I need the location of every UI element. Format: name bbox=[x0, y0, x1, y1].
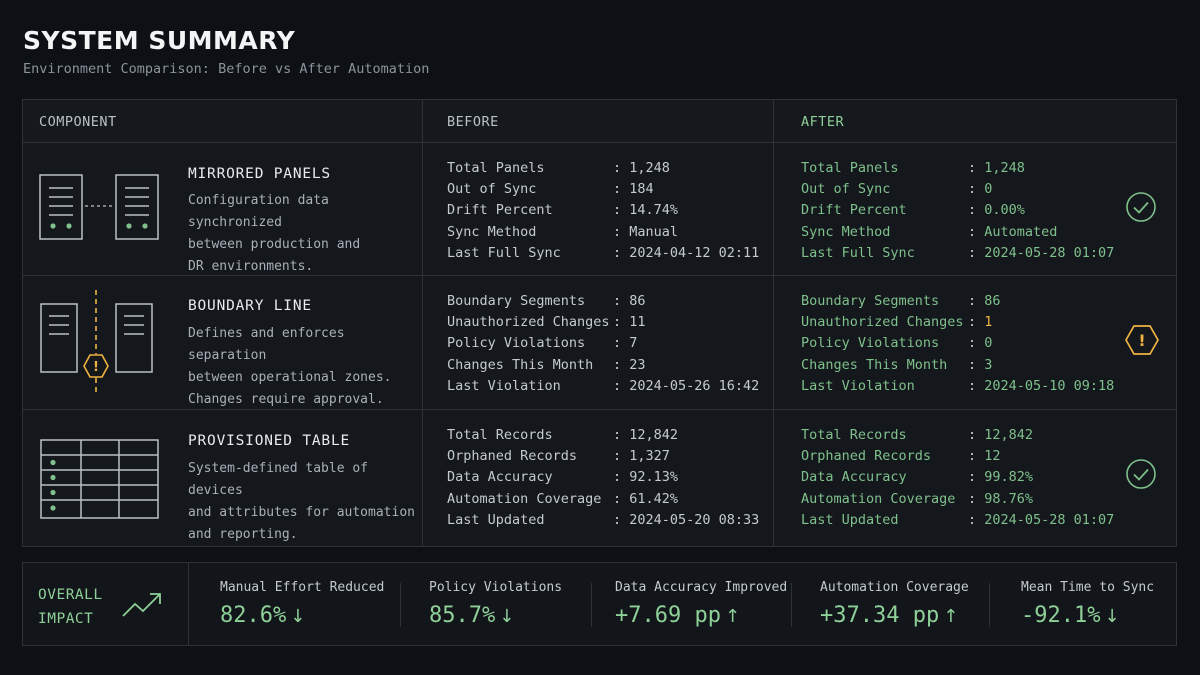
component-title: BOUNDARY LINE bbox=[188, 298, 312, 314]
before-stats: Total Records: 12,842 Orphaned Records: … bbox=[447, 427, 760, 528]
table-row: MIRRORED PANELS Configuration data synch… bbox=[23, 143, 1176, 275]
svg-text:!: ! bbox=[1138, 331, 1145, 350]
component-title: PROVISIONED TABLE bbox=[188, 433, 351, 449]
column-header-after: AFTER bbox=[801, 114, 845, 130]
overall-impact-panel: OVERALL IMPACT Manual Effort Reduced 82.… bbox=[22, 562, 1177, 646]
after-stats: Boundary Segments: 86 Unauthorized Chang… bbox=[801, 293, 1115, 394]
boundary-line-icon: ! bbox=[40, 290, 153, 396]
comparison-table: COMPONENT BEFORE AFTER MIRRORED PANELS C… bbox=[22, 99, 1177, 547]
after-stats: Total Panels: 1,248 Out of Sync: 0 Drift… bbox=[801, 160, 1115, 261]
after-stats: Total Records: 12,842 Orphaned Records: … bbox=[801, 427, 1115, 528]
arrow-up-icon: ↑ bbox=[943, 606, 959, 627]
component-description: Defines and enforces separation between … bbox=[188, 326, 392, 407]
metric-manual-effort: Manual Effort Reduced 82.6% ↓ bbox=[220, 580, 385, 628]
arrow-down-icon: ↓ bbox=[499, 606, 515, 627]
svg-text:!: ! bbox=[93, 360, 99, 375]
provisioned-table-icon bbox=[40, 439, 159, 519]
metric-policy-violations: Policy Violations 85.7% ↓ bbox=[429, 580, 563, 628]
check-circle-icon bbox=[1126, 459, 1156, 489]
page-title: SYSTEM SUMMARY bbox=[23, 26, 296, 55]
component-title: MIRRORED PANELS bbox=[188, 166, 331, 182]
trend-up-icon bbox=[122, 593, 161, 617]
metric-data-accuracy: Data Accuracy Improved +7.69 pp ↑ bbox=[615, 580, 788, 628]
table-row: PROVISIONED TABLE System-defined table o… bbox=[23, 410, 1176, 547]
table-header: COMPONENT BEFORE AFTER bbox=[23, 100, 1176, 142]
column-header-before: BEFORE bbox=[447, 114, 499, 130]
column-header-component: COMPONENT bbox=[39, 114, 117, 130]
component-description: System-defined table of devices and attr… bbox=[188, 461, 415, 542]
arrow-down-icon: ↓ bbox=[1104, 606, 1120, 627]
arrow-down-icon: ↓ bbox=[290, 606, 306, 627]
mirrored-panels-icon bbox=[39, 174, 159, 240]
arrow-up-icon: ↑ bbox=[724, 606, 741, 627]
metric-mean-time-to-sync: Mean Time to Sync -92.1% ↓ bbox=[1021, 580, 1155, 628]
overall-impact-label: OVERALL IMPACT bbox=[38, 587, 103, 627]
metric-automation-coverage: Automation Coverage +37.34 pp ↑ bbox=[820, 580, 969, 628]
warning-hexagon-icon: ! bbox=[1125, 325, 1159, 355]
check-circle-icon bbox=[1126, 192, 1156, 222]
warning-value: 1 bbox=[984, 314, 993, 331]
component-description: Configuration data synchronized between … bbox=[188, 193, 361, 274]
before-stats: Boundary Segments: 86 Unauthorized Chang… bbox=[447, 293, 760, 394]
page-subtitle: Environment Comparison: Before vs After … bbox=[23, 61, 430, 77]
before-stats: Total Panels: 1,248 Out of Sync: 184 Dri… bbox=[447, 160, 760, 261]
table-row: ! BOUNDARY LINE Defines and enforces sep… bbox=[23, 276, 1176, 409]
